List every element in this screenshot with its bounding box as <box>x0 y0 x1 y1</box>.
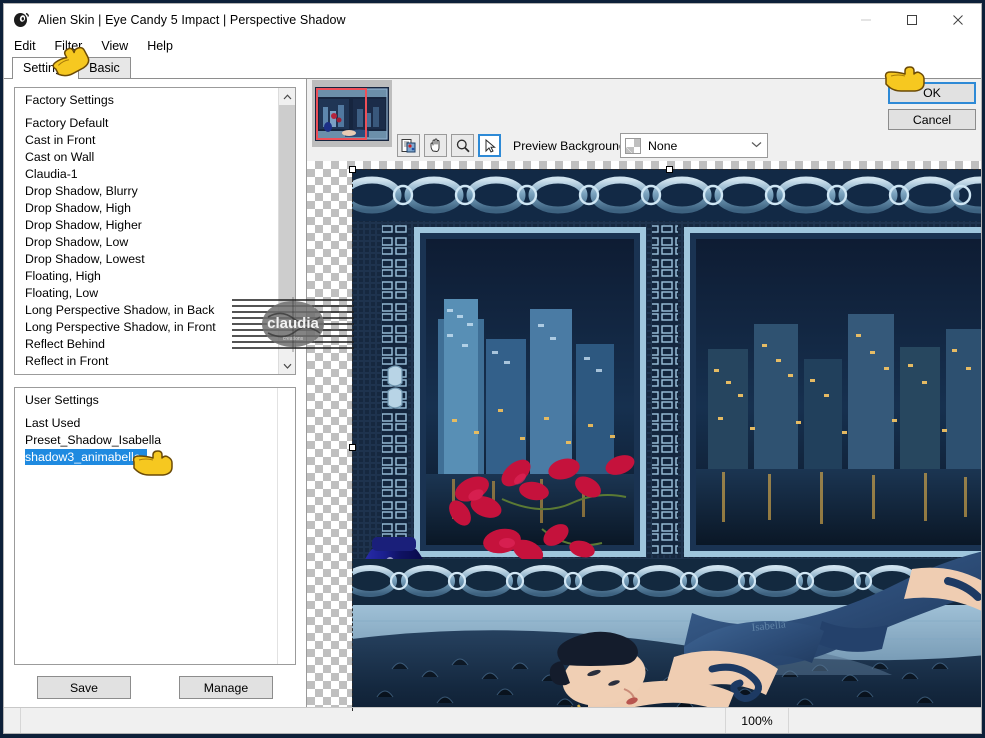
list-item[interactable]: Reflect Behind <box>15 336 278 353</box>
list-item[interactable]: Floating, Low <box>15 285 278 302</box>
list-item[interactable]: Long Perspective Shadow, in Back <box>15 302 278 319</box>
list-item[interactable]: Long Perspective Shadow, in Front <box>15 319 278 336</box>
settings-panel: Factory Settings Factory Default Cast in… <box>4 79 307 712</box>
selection-handle[interactable] <box>666 166 673 173</box>
list-item[interactable]: Drop Shadow, Low <box>15 234 278 251</box>
save-button[interactable]: Save <box>37 676 131 699</box>
title-bar: Alien Skin | Eye Candy 5 Impact | Perspe… <box>4 4 981 35</box>
ok-pointer-cursor <box>884 62 928 97</box>
preset-pointer-cursor <box>132 446 176 481</box>
list-item[interactable]: Cast on Wall <box>15 149 278 166</box>
preview-background-value: None <box>648 138 678 153</box>
list-item[interactable]: Drop Shadow, High <box>15 200 278 217</box>
tab-strip: Settings Basic <box>4 57 981 79</box>
preview-background-label: Preview Background: <box>513 139 630 153</box>
list-item[interactable]: Reflect in Front <box>15 353 278 370</box>
application-window: Alien Skin | Eye Candy 5 Impact | Perspe… <box>3 3 982 734</box>
tool-button-group <box>397 134 501 157</box>
list-item[interactable]: Last Used <box>15 415 295 432</box>
maximize-icon[interactable] <box>889 4 935 35</box>
navigator-thumbnail[interactable] <box>312 80 392 147</box>
list-item[interactable]: Drop Shadow, Higher <box>15 217 278 234</box>
arrow-select-icon[interactable] <box>478 134 501 157</box>
filter-menu-pointer-cursor <box>50 44 96 83</box>
user-settings-listbox[interactable]: User Settings Last Used Preset_Shadow_Is… <box>14 387 296 665</box>
selection-marquee <box>352 169 981 712</box>
list-item[interactable]: Claudia-1 <box>15 166 278 183</box>
menu-item-view[interactable]: View <box>99 37 137 55</box>
window-title: Alien Skin | Eye Candy 5 Impact | Perspe… <box>38 12 346 27</box>
checkerboard-swatch-icon <box>625 137 641 154</box>
manage-button[interactable]: Manage <box>179 676 273 699</box>
factory-settings-scrollbar[interactable] <box>278 88 295 374</box>
factory-settings-items: Factory Settings Factory Default Cast in… <box>15 88 278 374</box>
preview-toolbar: Preview Background: None OK Cancel <box>307 79 981 161</box>
preview-panel: Preview Background: None OK Cancel Isabe… <box>307 79 981 712</box>
zoom-magnifier-icon[interactable] <box>451 134 474 157</box>
minimize-icon[interactable] <box>843 4 889 35</box>
menu-bar: Edit Filter View Help <box>4 35 981 57</box>
cancel-button[interactable]: Cancel <box>888 109 976 130</box>
factory-settings-listbox[interactable]: Factory Settings Factory Default Cast in… <box>14 87 296 375</box>
selection-handle[interactable] <box>349 444 356 451</box>
status-cell-left <box>4 708 21 733</box>
window-controls <box>843 4 981 35</box>
navigator-viewport-marker[interactable] <box>316 88 367 140</box>
scrollbar-track[interactable] <box>279 105 295 357</box>
factory-settings-header: Factory Settings <box>25 93 114 107</box>
chevron-down-icon[interactable] <box>279 357 295 374</box>
body-area: Factory Settings Factory Default Cast in… <box>4 79 981 712</box>
list-item[interactable]: Drop Shadow, Blurry <box>15 183 278 200</box>
chevron-up-icon[interactable] <box>279 88 295 105</box>
close-icon[interactable] <box>935 4 981 35</box>
selection-handle[interactable] <box>349 166 356 173</box>
list-item[interactable]: Factory Default <box>15 115 278 132</box>
user-settings-header: User Settings <box>25 393 99 407</box>
preview-background-dropdown[interactable]: None <box>620 133 768 158</box>
alien-head-icon <box>14 12 29 27</box>
user-settings-selected-item[interactable]: shadow3_animabelle <box>25 449 147 465</box>
preview-compare-icon[interactable] <box>397 134 420 157</box>
menu-item-help[interactable]: Help <box>145 37 182 55</box>
scrollbar-thumb[interactable] <box>279 105 295 305</box>
user-settings-items: User Settings Last Used Preset_Shadow_Is… <box>15 388 295 664</box>
list-item[interactable]: Floating, High <box>15 268 278 285</box>
list-item[interactable]: Drop Shadow, Lowest <box>15 251 278 268</box>
menu-item-edit[interactable]: Edit <box>12 37 45 55</box>
hand-pan-icon[interactable] <box>424 134 447 157</box>
chevron-down-icon[interactable] <box>745 140 767 151</box>
preview-canvas[interactable]: Isabella <box>307 161 981 712</box>
list-item[interactable]: Cast in Front <box>15 132 278 149</box>
preset-button-row: Save Manage <box>14 676 296 699</box>
screenshot-root: Alien Skin | Eye Candy 5 Impact | Perspe… <box>0 0 985 738</box>
